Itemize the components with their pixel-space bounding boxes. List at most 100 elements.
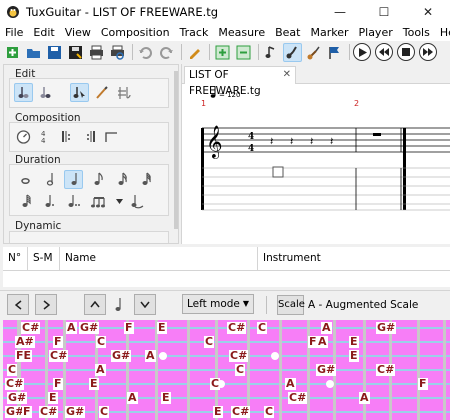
menu-file[interactable]: File bbox=[0, 26, 28, 39]
edit-pencil-icon[interactable] bbox=[92, 83, 111, 102]
fretboard-note[interactable]: A bbox=[359, 392, 370, 404]
document-tab[interactable]: LIST OF FREEWARE.tg ✕ bbox=[184, 66, 296, 97]
menu-beat[interactable]: Beat bbox=[270, 26, 305, 39]
fretboard-note[interactable]: C# bbox=[21, 322, 41, 334]
marker-flag-icon[interactable] bbox=[325, 43, 344, 62]
duration-down-button[interactable] bbox=[134, 294, 156, 315]
fretboard-note[interactable]: C# bbox=[227, 322, 247, 334]
eighth-note-icon[interactable] bbox=[88, 170, 107, 189]
thirty-second-note-icon[interactable] bbox=[136, 170, 155, 189]
menu-measure[interactable]: Measure bbox=[213, 26, 270, 39]
fretboard-note[interactable]: A bbox=[95, 364, 106, 376]
fretboard-note[interactable]: C# bbox=[288, 392, 308, 404]
fretboard-note[interactable]: C bbox=[210, 378, 221, 390]
print-preview-icon[interactable] bbox=[108, 43, 127, 62]
double-dotted-note-icon[interactable] bbox=[64, 192, 83, 211]
stop-icon[interactable] bbox=[397, 43, 415, 61]
tuplet-dropdown-icon[interactable] bbox=[114, 192, 124, 211]
instrument-column[interactable]: Instrument bbox=[258, 247, 450, 271]
menu-view[interactable]: View bbox=[60, 26, 96, 39]
fretboard-note[interactable]: A bbox=[145, 350, 156, 362]
undo-icon[interactable] bbox=[136, 43, 155, 62]
menu-player[interactable]: Player bbox=[354, 26, 398, 39]
fretboard-note[interactable]: A bbox=[66, 322, 77, 334]
fretboard-note[interactable]: G# bbox=[65, 406, 86, 418]
fretboard-note[interactable]: G# bbox=[376, 322, 397, 334]
fretboard-note[interactable]: E bbox=[48, 392, 58, 404]
fretboard-note[interactable]: C bbox=[264, 406, 275, 418]
accidental-icon[interactable] bbox=[114, 83, 133, 102]
fretboard-note[interactable]: C bbox=[235, 364, 246, 376]
fretboard-note[interactable]: G# bbox=[7, 392, 28, 404]
quarter-note-icon[interactable] bbox=[64, 170, 83, 189]
fretboard-note[interactable]: C bbox=[7, 364, 18, 376]
minimize-button[interactable]: — bbox=[318, 0, 362, 23]
track-number-column[interactable]: N° bbox=[3, 247, 28, 271]
fretboard-note[interactable]: G# bbox=[316, 364, 337, 376]
close-button[interactable]: ✕ bbox=[406, 0, 450, 23]
fretboard-note[interactable]: A bbox=[285, 378, 296, 390]
fretboard-note[interactable]: G# bbox=[79, 322, 100, 334]
fretboard-note[interactable]: E bbox=[161, 392, 171, 404]
fretboard-note[interactable]: E bbox=[349, 336, 359, 348]
fretboard-note[interactable]: C# bbox=[39, 406, 59, 418]
fretboard-note[interactable]: FE bbox=[15, 350, 33, 362]
close-tab-icon[interactable]: ✕ bbox=[283, 67, 291, 83]
menu-track[interactable]: Track bbox=[175, 26, 214, 39]
fretboard[interactable]: C# A G# F E C# C A G# A# F C C A E F FE C# G# A C# E C A C G# C# C#… bbox=[3, 320, 450, 420]
half-note-icon[interactable] bbox=[40, 170, 59, 189]
fretboard-note[interactable]: A bbox=[127, 392, 138, 404]
solo-mute-column[interactable]: S-M bbox=[28, 247, 60, 271]
duration-up-button[interactable] bbox=[84, 294, 106, 315]
scale-button[interactable]: Scale bbox=[277, 295, 305, 315]
menu-marker[interactable]: Marker bbox=[305, 26, 353, 39]
menu-composition[interactable]: Composition bbox=[96, 26, 175, 39]
sixteenth-note-icon[interactable] bbox=[112, 170, 131, 189]
maximize-button[interactable]: ☐ bbox=[362, 0, 406, 23]
score-view-icon[interactable] bbox=[262, 43, 281, 62]
dotted-note-icon[interactable] bbox=[40, 192, 59, 211]
fretboard-note[interactable]: F bbox=[53, 336, 63, 348]
tools-panel-scrollbar[interactable] bbox=[174, 65, 178, 243]
fretboard-note[interactable]: G# bbox=[111, 350, 132, 362]
select-cursor-icon[interactable] bbox=[70, 83, 89, 102]
voice-alt-icon[interactable] bbox=[36, 83, 55, 102]
fretboard-note[interactable]: F bbox=[308, 336, 318, 348]
fretboard-note[interactable]: C# bbox=[231, 406, 251, 418]
fretboard-note[interactable]: E bbox=[157, 322, 167, 334]
play-icon[interactable] bbox=[353, 43, 371, 61]
redo-icon[interactable] bbox=[157, 43, 176, 62]
open-folder-icon[interactable] bbox=[24, 43, 43, 62]
add-measure-icon[interactable] bbox=[213, 43, 232, 62]
tied-note-icon[interactable] bbox=[128, 192, 147, 211]
fretboard-note[interactable]: C# bbox=[5, 378, 25, 390]
edit-mode-icon[interactable] bbox=[185, 43, 204, 62]
voice-select-icon[interactable] bbox=[14, 83, 33, 102]
instrument-icon[interactable] bbox=[304, 43, 323, 62]
fretboard-note[interactable]: C# bbox=[229, 350, 249, 362]
fretboard-note[interactable]: C bbox=[99, 406, 110, 418]
mode-select[interactable]: Left mode ▼ bbox=[182, 294, 254, 314]
fretboard-note[interactable]: A bbox=[321, 322, 332, 334]
fretboard-note[interactable]: F bbox=[418, 378, 428, 390]
fretboard-note[interactable]: C bbox=[257, 322, 268, 334]
score-canvas[interactable]: 1 2 = 120 𝄞 4 4 𝄽 𝄽 𝄽 𝄽 bbox=[182, 84, 450, 244]
tempo-icon[interactable] bbox=[14, 127, 33, 146]
menu-help[interactable]: Help bbox=[435, 26, 450, 39]
time-signature-icon[interactable]: 44 bbox=[36, 127, 55, 146]
sixty-fourth-note-icon[interactable] bbox=[16, 192, 35, 211]
fretboard-note[interactable]: C# bbox=[49, 350, 69, 362]
fretboard-note[interactable]: C# bbox=[376, 364, 396, 376]
repeat-open-icon[interactable] bbox=[58, 127, 77, 146]
save-as-icon[interactable] bbox=[66, 43, 85, 62]
fretboard-note[interactable]: A# bbox=[15, 336, 35, 348]
name-column[interactable]: Name bbox=[60, 247, 258, 271]
new-file-icon[interactable] bbox=[3, 43, 22, 62]
print-icon[interactable] bbox=[87, 43, 106, 62]
track-table-body[interactable] bbox=[3, 271, 450, 287]
menu-edit[interactable]: Edit bbox=[28, 26, 59, 39]
fretboard-note[interactable]: E bbox=[213, 406, 223, 418]
fretboard-note[interactable]: E bbox=[89, 378, 99, 390]
fretboard-note[interactable]: C bbox=[204, 336, 215, 348]
remove-measure-icon[interactable] bbox=[234, 43, 253, 62]
